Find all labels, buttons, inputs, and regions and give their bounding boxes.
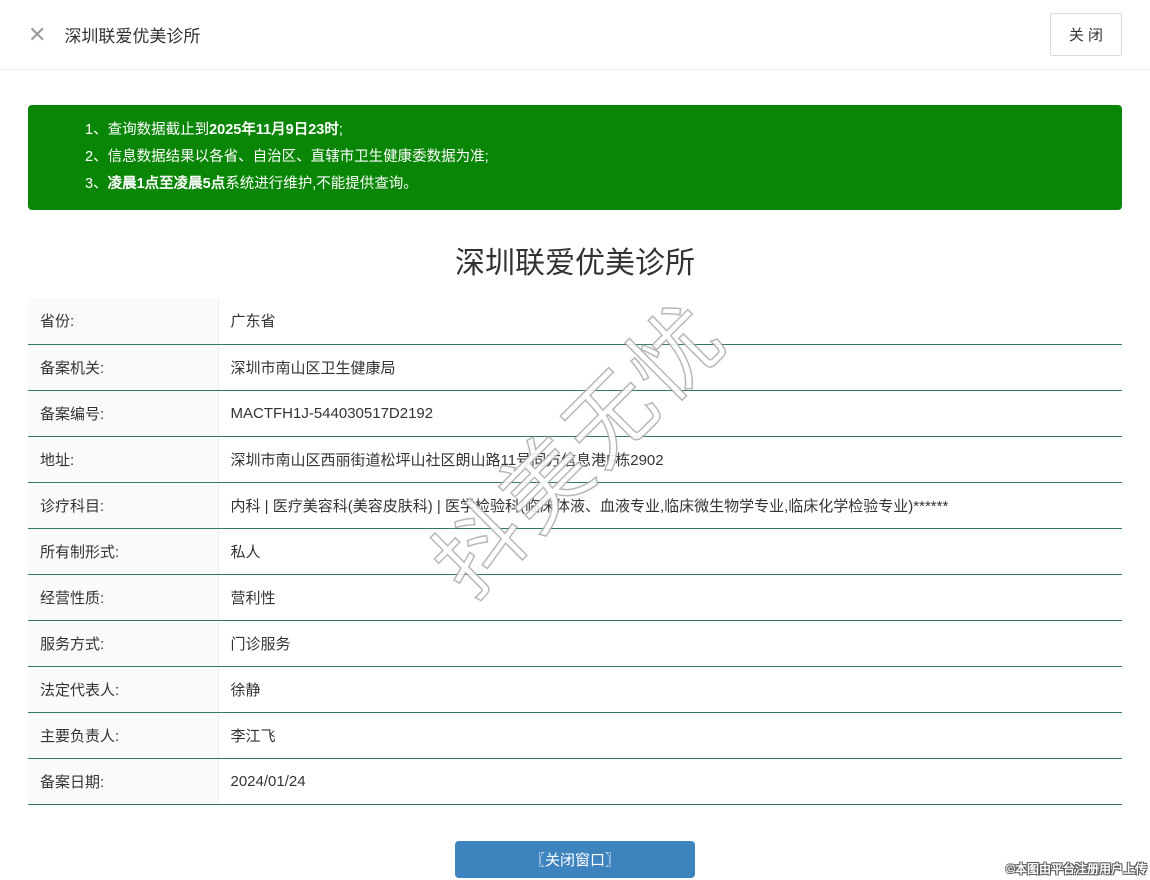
table-row: 备案日期: 2024/01/24 xyxy=(28,758,1122,805)
row-label: 法定代表人: xyxy=(28,666,219,713)
row-value: 2024/01/24 xyxy=(218,758,1122,805)
table-row: 主要负责人: 李江飞 xyxy=(28,712,1122,759)
table-row: 法定代表人: 徐静 xyxy=(28,666,1122,713)
row-label: 诊疗科目: xyxy=(28,482,219,529)
close-button[interactable]: 关 闭 xyxy=(1049,13,1122,56)
header-title: 深圳联爱优美诊所 xyxy=(64,27,201,46)
row-label: 备案机关: xyxy=(28,344,219,391)
notice-box: 1、查询数据截止到2025年11月9日23时; 2、信息数据结果以各省、自治区、… xyxy=(28,105,1122,210)
close-x-icon[interactable]: ✕ xyxy=(28,23,46,46)
table-row: 所有制形式: 私人 xyxy=(28,528,1122,575)
notice-item-post: 系统进行维护,不能提供查询。 xyxy=(225,176,418,192)
row-label: 备案编号: xyxy=(28,390,219,437)
row-label: 主要负责人: xyxy=(28,712,219,759)
header: ✕ 深圳联爱优美诊所 关 闭 xyxy=(0,0,1150,70)
row-label: 所有制形式: xyxy=(28,528,219,575)
close-window-button[interactable]: 〖关闭窗口〗 xyxy=(455,840,695,878)
notice-item-number: 1、 xyxy=(85,122,108,138)
notice-item: 2、信息数据结果以各省、自治区、直辖市卫生健康委数据为准; xyxy=(85,144,1102,171)
row-value: 李江飞 xyxy=(218,712,1122,759)
row-value: 私人 xyxy=(218,528,1122,575)
row-value: 深圳市南山区卫生健康局 xyxy=(218,344,1122,391)
row-label: 经营性质: xyxy=(28,574,219,621)
notice-item-number: 2、 xyxy=(85,149,108,165)
row-value: MACTFH1J-544030517D2192 xyxy=(218,390,1122,437)
notice-item-pre: 信息数据结果以各省、自治区、直辖市卫生健康委数据为准; xyxy=(107,149,489,165)
table-row: 备案编号: MACTFH1J-544030517D2192 xyxy=(28,390,1122,437)
row-label: 地址: xyxy=(28,436,219,483)
info-table: 省份: 广东省 备案机关: 深圳市南山区卫生健康局 备案编号: MACTFH1J… xyxy=(28,298,1122,805)
row-label: 备案日期: xyxy=(28,758,219,805)
row-value: 门诊服务 xyxy=(218,620,1122,667)
row-value: 徐静 xyxy=(218,666,1122,713)
table-row: 经营性质: 营利性 xyxy=(28,574,1122,621)
copyright-text: ©本图由平台注册用户上传 xyxy=(1006,862,1147,876)
table-row: 诊疗科目: 内科 | 医疗美容科(美容皮肤科) | 医学检验科(临床体液、血液专… xyxy=(28,482,1122,529)
row-value: 深圳市南山区西丽街道松坪山社区朗山路11号同方信息港F栋2902 xyxy=(218,436,1122,483)
table-row: 省份: 广东省 xyxy=(28,298,1122,345)
notice-item: 3、凌晨1点至凌晨5点系统进行维护,不能提供查询。 xyxy=(85,171,1102,198)
notice-item-bold: 凌晨1点至凌晨5点 xyxy=(107,176,226,192)
table-row: 服务方式: 门诊服务 xyxy=(28,620,1122,667)
clinic-title: 深圳联爱优美诊所 xyxy=(455,247,695,280)
table-row: 备案机关: 深圳市南山区卫生健康局 xyxy=(28,344,1122,391)
row-label: 省份: xyxy=(28,298,219,345)
row-value: 广东省 xyxy=(218,298,1122,345)
notice-item: 1、查询数据截止到2025年11月9日23时; xyxy=(85,117,1102,144)
info-table-body: 省份: 广东省 备案机关: 深圳市南山区卫生健康局 备案编号: MACTFH1J… xyxy=(28,298,1122,805)
row-label: 服务方式: xyxy=(28,620,219,667)
notice-item-pre: 查询数据截止到 xyxy=(107,122,210,138)
table-row: 地址: 深圳市南山区西丽街道松坪山社区朗山路11号同方信息港F栋2902 xyxy=(28,436,1122,483)
row-value: 内科 | 医疗美容科(美容皮肤科) | 医学检验科(临床体液、血液专业,临床微生… xyxy=(218,482,1122,529)
notice-item-post: ; xyxy=(338,122,343,138)
footer-bar: 〖关闭窗口〗 xyxy=(0,840,1150,878)
row-value: 营利性 xyxy=(218,574,1122,621)
notice-item-bold: 2025年11月9日23时 xyxy=(209,122,339,138)
notice-item-number: 3、 xyxy=(85,176,108,192)
